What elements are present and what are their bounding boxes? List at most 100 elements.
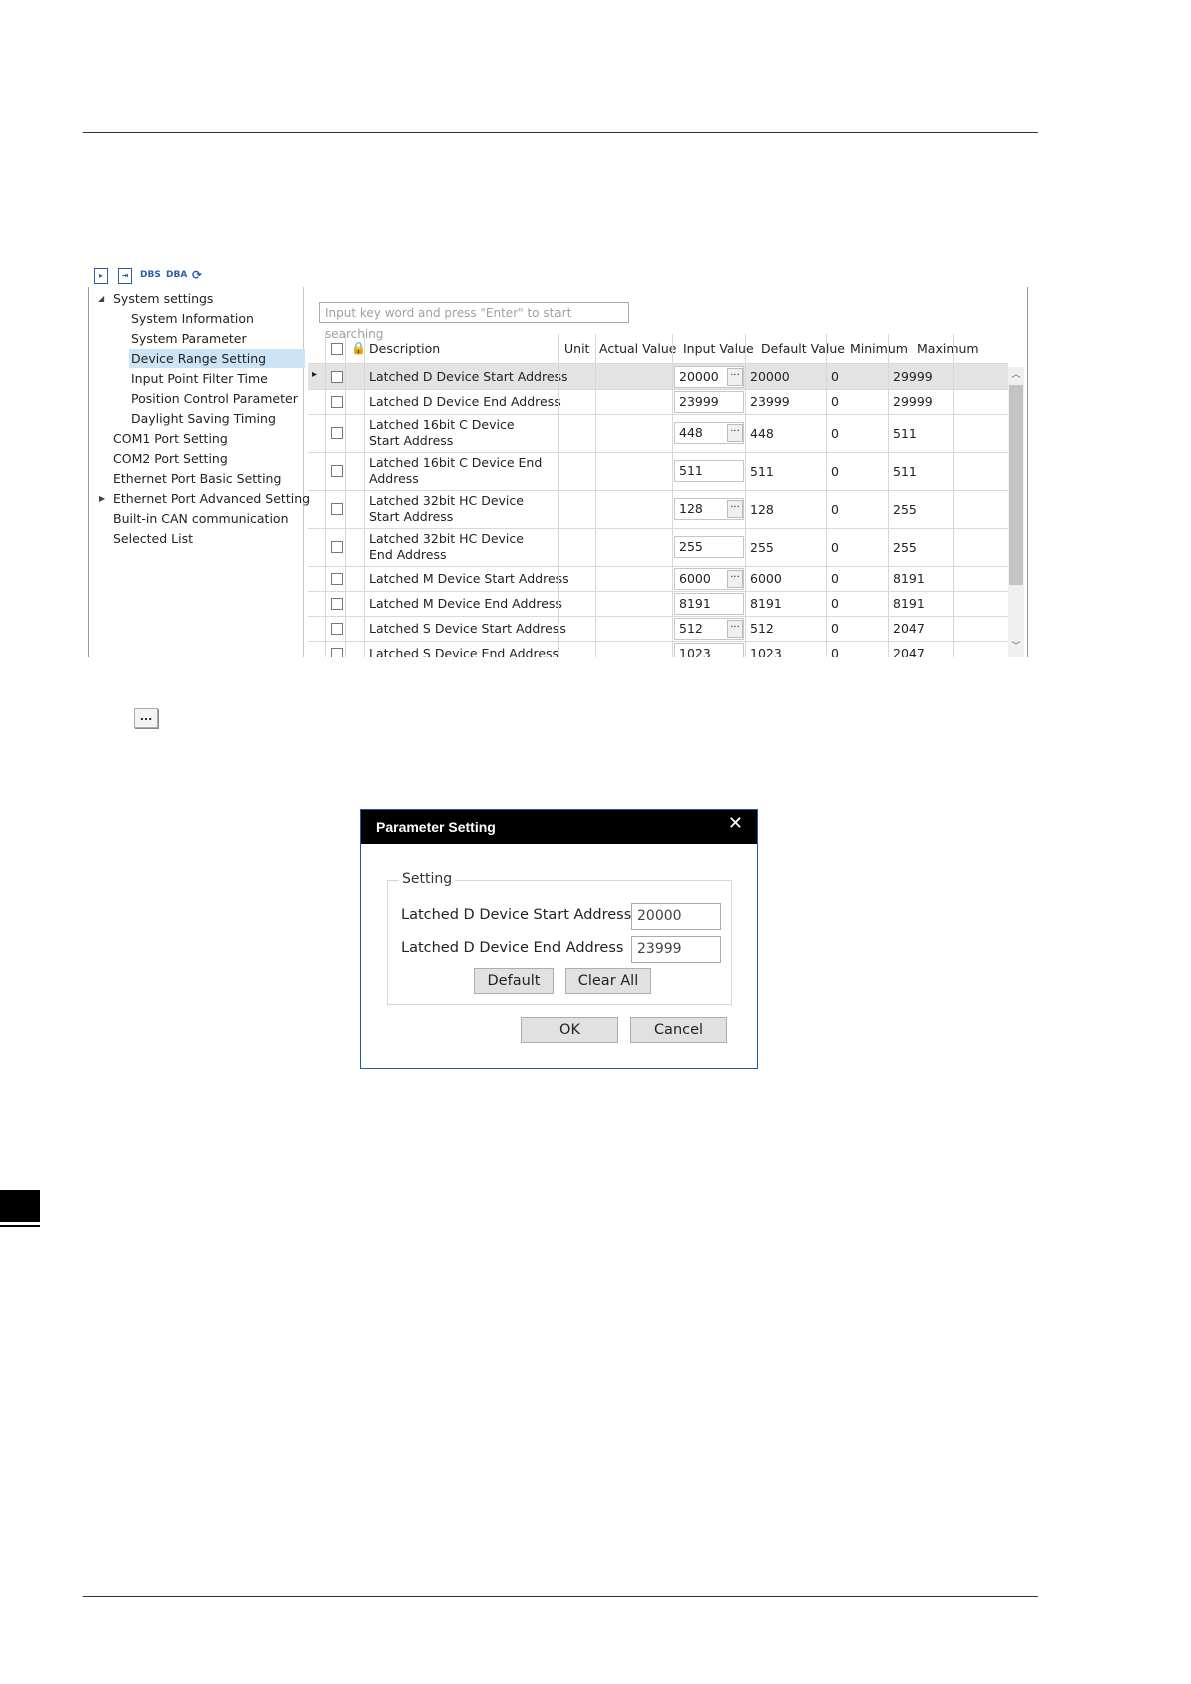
ellipsis-icon[interactable]: ··· — [727, 569, 743, 588]
col-header-maximum[interactable]: Maximum — [917, 334, 979, 363]
tree-item-can-communication[interactable]: Built-in CAN communication — [113, 509, 289, 528]
tree-item-input-point-filter-time[interactable]: Input Point Filter Time — [131, 369, 268, 388]
ellipsis-icon[interactable]: ··· — [727, 424, 743, 442]
table-row[interactable]: Latched 32bit HC Device Start Address 128… — [308, 490, 1008, 528]
row-checkbox[interactable] — [331, 541, 343, 553]
row-checkbox[interactable] — [331, 427, 343, 439]
table-row[interactable]: Latched M Device Start Address 6000 ··· 600… — [308, 566, 1008, 591]
table-row[interactable]: Latched S Device End Address 1023 1023 0 204… — [308, 641, 1008, 657]
row-description: Latched 32bit HC Device End Address — [369, 531, 524, 562]
row-checkbox[interactable] — [331, 395, 343, 408]
tree-item-ethernet-basic[interactable]: Ethernet Port Basic Setting — [113, 469, 281, 488]
expand-arrow-icon[interactable]: ▶ — [99, 489, 105, 508]
table-row[interactable]: Latched 16bit C Device End Address 511 511… — [308, 452, 1008, 490]
tree-item-system-settings[interactable]: System settings — [113, 289, 213, 308]
parameter-panel: Input key word and press "Enter" to star… — [306, 287, 1026, 657]
row-minimum: 0 — [831, 621, 839, 636]
row-input-value[interactable]: 255 — [674, 536, 744, 558]
ellipsis-icon[interactable]: ··· — [727, 619, 743, 638]
row-divider — [308, 591, 1008, 592]
close-icon[interactable]: ✕ — [728, 810, 743, 838]
end-address-label: Latched D Device End Address — [401, 940, 624, 956]
ellipsis-button-icon: ... — [134, 708, 158, 728]
import-icon[interactable]: ▸ — [94, 268, 108, 284]
row-input-value[interactable]: 511 — [674, 460, 744, 482]
table-row[interactable]: Latched D Device End Address 23999 23999 0 2… — [308, 389, 1008, 414]
row-maximum: 511 — [893, 425, 917, 441]
tree-item-daylight-saving-timing[interactable]: Daylight Saving Timing — [131, 409, 276, 428]
dba-icon[interactable]: DBA — [166, 268, 187, 282]
start-address-input[interactable]: 20000 — [631, 903, 721, 930]
tree-item-system-information[interactable]: System Information — [131, 309, 254, 328]
col-header-minimum[interactable]: Minimum — [850, 334, 908, 363]
vertical-scrollbar[interactable]: ︿ ﹀ — [1008, 367, 1024, 657]
row-divider — [308, 490, 1008, 491]
row-checkbox[interactable] — [331, 647, 343, 657]
row-description: Latched 16bit C Device Start Address — [369, 417, 515, 448]
clear-all-button[interactable]: Clear All — [565, 968, 651, 994]
table-row[interactable]: Latched 32bit HC Device End Address 255 25… — [308, 528, 1008, 566]
row-maximum: 511 — [893, 463, 917, 479]
select-all-checkbox[interactable] — [331, 343, 343, 355]
row-checkbox[interactable] — [331, 465, 343, 477]
collapse-arrow-icon[interactable]: ◢ — [98, 289, 104, 308]
tree-item-com1-port-setting[interactable]: COM1 Port Setting — [113, 429, 228, 448]
column-divider — [345, 334, 346, 657]
export-icon[interactable]: ⇥ — [118, 268, 132, 284]
ellipsis-icon[interactable]: ··· — [727, 367, 743, 386]
search-input[interactable]: Input key word and press "Enter" to star… — [319, 302, 629, 341]
row-checkbox[interactable] — [331, 370, 343, 383]
row-minimum: 0 — [831, 463, 839, 479]
table-row[interactable]: Latched M Device End Address 8191 8191 0 819… — [308, 591, 1008, 616]
scroll-up-icon[interactable]: ︿ — [1008, 367, 1024, 383]
row-input-value[interactable]: 8191 — [674, 592, 744, 615]
row-maximum: 2047 — [893, 621, 925, 636]
col-header-description[interactable]: Description — [369, 334, 440, 363]
table-row[interactable]: ▸ Latched D Device Start Address 20000 ··· 2… — [308, 364, 1008, 389]
row-input-value[interactable]: 23999 — [674, 390, 744, 413]
column-divider — [558, 334, 559, 657]
ok-button[interactable]: OK — [521, 1017, 618, 1043]
current-row-indicator-icon: ▸ — [312, 369, 318, 380]
column-divider — [672, 334, 673, 657]
table-row[interactable]: Latched 16bit C Device Start Address 448 ·… — [308, 414, 1008, 452]
cancel-button[interactable]: Cancel — [630, 1017, 727, 1043]
col-header-actual-value[interactable]: Actual Value — [599, 334, 676, 363]
tree-item-selected-list[interactable]: Selected List — [113, 529, 193, 548]
row-minimum: 0 — [831, 501, 839, 517]
scrollbar-thumb[interactable] — [1009, 385, 1023, 585]
scroll-down-icon[interactable]: ﹀ — [1008, 639, 1024, 655]
tree-item-position-control-parameter[interactable]: Position Control Parameter — [131, 389, 298, 408]
col-header-default-value[interactable]: Default Value — [761, 334, 845, 363]
refresh-icon[interactable]: ⟳ — [192, 268, 202, 282]
end-address-input[interactable]: 23999 — [631, 936, 721, 963]
col-header-unit[interactable]: Unit — [564, 334, 589, 363]
column-divider — [325, 334, 326, 657]
row-default-value: 128 — [750, 501, 774, 517]
dbs-icon[interactable]: DBS — [140, 268, 161, 282]
column-divider — [364, 334, 365, 657]
row-checkbox[interactable] — [331, 503, 343, 515]
column-divider — [745, 334, 746, 657]
row-divider — [308, 528, 1008, 529]
row-checkbox[interactable] — [331, 572, 343, 585]
row-checkbox[interactable] — [331, 622, 343, 635]
header-divider — [308, 363, 1008, 364]
chapter-tab-line — [0, 1225, 40, 1227]
row-default-value: 1023 — [750, 646, 782, 657]
row-maximum: 29999 — [893, 394, 933, 409]
tree-item-system-parameter[interactable]: System Parameter — [131, 329, 247, 348]
tree-item-device-range-setting[interactable]: Device Range Setting — [129, 349, 305, 368]
row-input-value[interactable]: 1023 — [674, 642, 744, 657]
default-button[interactable]: Default — [474, 968, 554, 994]
ellipsis-icon[interactable]: ··· — [727, 500, 743, 518]
tree-item-com2-port-setting[interactable]: COM2 Port Setting — [113, 449, 228, 468]
start-address-label: Latched D Device Start Address — [401, 907, 632, 923]
row-description: Latched M Device Start Address — [369, 571, 569, 586]
row-checkbox[interactable] — [331, 597, 343, 610]
row-default-value: 255 — [750, 539, 774, 555]
col-header-input-value[interactable]: Input Value — [683, 334, 754, 363]
table-row[interactable]: Latched S Device Start Address 512 ··· 512 0… — [308, 616, 1008, 641]
tree-item-ethernet-advanced[interactable]: Ethernet Port Advanced Setting — [113, 489, 310, 508]
parameter-grid: 🔒 Description Unit Actual Value Input Va… — [308, 334, 1024, 657]
